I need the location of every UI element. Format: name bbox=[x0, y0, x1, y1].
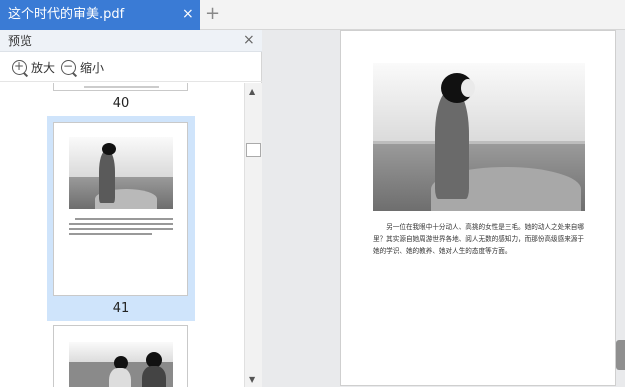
document-tab[interactable]: 这个时代的审美.pdf × bbox=[0, 0, 200, 30]
thumbnail-page-41[interactable] bbox=[53, 122, 188, 296]
side-handle[interactable] bbox=[616, 340, 625, 370]
scrollbar-thumb[interactable] bbox=[246, 143, 261, 157]
panel-title: 预览 bbox=[8, 34, 33, 48]
thumbnail-list: 40 41 bbox=[0, 83, 244, 387]
thumbnail-photo bbox=[69, 137, 173, 209]
zoom-out-icon: − bbox=[61, 59, 76, 75]
zoom-toolbar: + 放大 − 缩小 bbox=[0, 52, 262, 82]
zoom-out-button[interactable]: − 缩小 bbox=[61, 58, 104, 76]
zoom-in-button[interactable]: + 放大 bbox=[12, 58, 55, 76]
new-tab-icon[interactable]: + bbox=[205, 5, 220, 23]
tab-bar: 这个时代的审美.pdf × + bbox=[0, 0, 625, 30]
document-viewer: 另一位在我眼中十分动人、高挑的女性是三毛。她的动人之处来自哪里？其实源自她周游世… bbox=[263, 30, 625, 387]
zoom-in-icon: + bbox=[12, 59, 27, 75]
panel-header: 预览 × bbox=[0, 30, 262, 52]
scroll-up-icon[interactable]: ▲ bbox=[249, 87, 255, 96]
close-panel-icon[interactable]: × bbox=[243, 32, 255, 48]
tab-title: 这个时代的审美.pdf bbox=[8, 7, 125, 22]
zoom-in-label: 放大 bbox=[31, 60, 56, 75]
page-paragraph: 另一位在我眼中十分动人、高挑的女性是三毛。她的动人之处来自哪里？其实源自她周游世… bbox=[373, 223, 584, 255]
zoom-out-label: 缩小 bbox=[80, 60, 105, 75]
page-number-41: 41 bbox=[112, 301, 130, 316]
page-photo bbox=[373, 63, 585, 211]
scroll-down-icon[interactable]: ▼ bbox=[249, 375, 255, 384]
thumbnail-photo-2 bbox=[69, 342, 173, 387]
thumbnail-page-42[interactable] bbox=[53, 325, 188, 387]
thumbnail-scrollbar[interactable]: ▲ ▼ bbox=[244, 83, 262, 387]
close-tab-icon[interactable]: × bbox=[182, 6, 194, 23]
page-number-40: 40 bbox=[112, 96, 130, 111]
document-page: 另一位在我眼中十分动人、高挑的女性是三毛。她的动人之处来自哪里？其实源自她周游世… bbox=[340, 30, 616, 386]
thumbnail-page-40[interactable] bbox=[53, 83, 188, 91]
preview-panel: 预览 × + 放大 − 缩小 40 41 ▲ ▼ bbox=[0, 30, 262, 387]
